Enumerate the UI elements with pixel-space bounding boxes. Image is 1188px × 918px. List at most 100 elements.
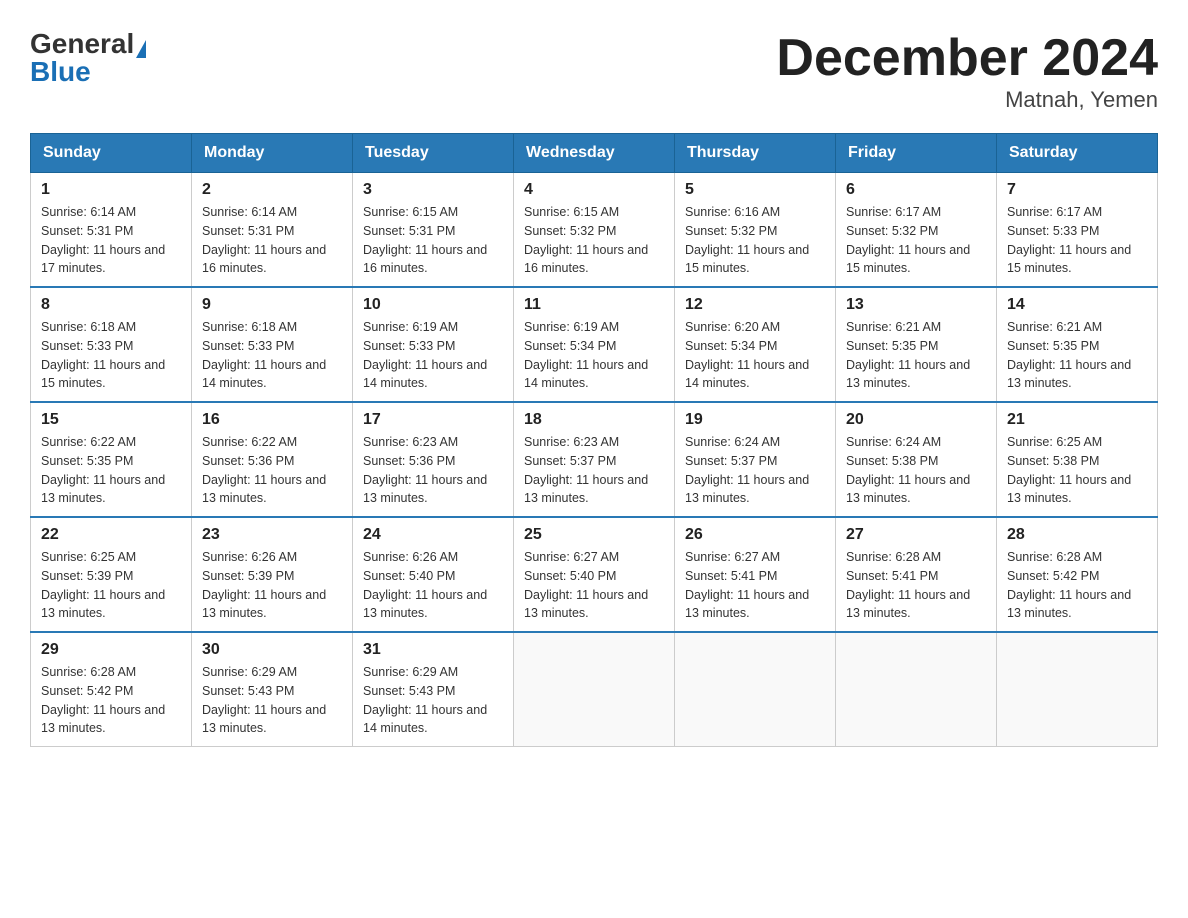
day-info: Sunrise: 6:25 AMSunset: 5:39 PMDaylight:…	[41, 548, 181, 623]
day-number: 17	[363, 411, 503, 429]
calendar-week-row: 15Sunrise: 6:22 AMSunset: 5:35 PMDayligh…	[31, 402, 1158, 517]
calendar-cell: 23 Sunrise: 6:26 AMSunset: 5:39 PMDayligh…	[192, 517, 353, 632]
day-number: 4	[524, 181, 664, 199]
day-number: 6	[846, 181, 986, 199]
calendar-cell: 16 Sunrise: 6:22 AMSunset: 5:36 PMDayligh…	[192, 402, 353, 517]
day-number: 26	[685, 526, 825, 544]
day-info: Sunrise: 6:23 AMSunset: 5:37 PMDaylight:…	[524, 433, 664, 508]
month-title: December 2024	[776, 30, 1158, 87]
calendar-cell: 2 Sunrise: 6:14 AMSunset: 5:31 PMDaylight…	[192, 173, 353, 288]
calendar-cell: 10 Sunrise: 6:19 AMSunset: 5:33 PMDayligh…	[353, 287, 514, 402]
calendar-cell: 17 Sunrise: 6:23 AMSunset: 5:36 PMDayligh…	[353, 402, 514, 517]
day-info: Sunrise: 6:18 AMSunset: 5:33 PMDaylight:…	[41, 318, 181, 393]
day-info: Sunrise: 6:18 AMSunset: 5:33 PMDaylight:…	[202, 318, 342, 393]
day-info: Sunrise: 6:16 AMSunset: 5:32 PMDaylight:…	[685, 203, 825, 278]
day-number: 11	[524, 296, 664, 314]
day-number: 8	[41, 296, 181, 314]
day-info: Sunrise: 6:28 AMSunset: 5:42 PMDaylight:…	[1007, 548, 1147, 623]
column-header-saturday: Saturday	[997, 134, 1158, 173]
calendar-cell: 12 Sunrise: 6:20 AMSunset: 5:34 PMDayligh…	[675, 287, 836, 402]
day-number: 23	[202, 526, 342, 544]
day-info: Sunrise: 6:23 AMSunset: 5:36 PMDaylight:…	[363, 433, 503, 508]
calendar-cell: 14Sunrise: 6:21 AMSunset: 5:35 PMDayligh…	[997, 287, 1158, 402]
day-number: 20	[846, 411, 986, 429]
day-info: Sunrise: 6:21 AMSunset: 5:35 PMDaylight:…	[846, 318, 986, 393]
day-number: 27	[846, 526, 986, 544]
day-info: Sunrise: 6:27 AMSunset: 5:41 PMDaylight:…	[685, 548, 825, 623]
calendar-cell: 24 Sunrise: 6:26 AMSunset: 5:40 PMDayligh…	[353, 517, 514, 632]
day-number: 16	[202, 411, 342, 429]
calendar-week-row: 22 Sunrise: 6:25 AMSunset: 5:39 PMDayligh…	[31, 517, 1158, 632]
day-number: 9	[202, 296, 342, 314]
day-info: Sunrise: 6:15 AMSunset: 5:31 PMDaylight:…	[363, 203, 503, 278]
day-info: Sunrise: 6:17 AMSunset: 5:32 PMDaylight:…	[846, 203, 986, 278]
day-number: 25	[524, 526, 664, 544]
day-number: 29	[41, 641, 181, 659]
logo: General Blue	[30, 30, 146, 86]
day-number: 22	[41, 526, 181, 544]
day-info: Sunrise: 6:22 AMSunset: 5:36 PMDaylight:…	[202, 433, 342, 508]
calendar-cell: 31Sunrise: 6:29 AMSunset: 5:43 PMDayligh…	[353, 632, 514, 747]
day-info: Sunrise: 6:26 AMSunset: 5:39 PMDaylight:…	[202, 548, 342, 623]
calendar-cell: 13 Sunrise: 6:21 AMSunset: 5:35 PMDayligh…	[836, 287, 997, 402]
day-info: Sunrise: 6:29 AMSunset: 5:43 PMDaylight:…	[202, 663, 342, 738]
title-block: December 2024 Matnah, Yemen	[776, 30, 1158, 113]
calendar-cell	[997, 632, 1158, 747]
calendar-cell: 6 Sunrise: 6:17 AMSunset: 5:32 PMDaylight…	[836, 173, 997, 288]
day-info: Sunrise: 6:28 AMSunset: 5:42 PMDaylight:…	[41, 663, 181, 738]
column-header-thursday: Thursday	[675, 134, 836, 173]
logo-blue-text: Blue	[30, 58, 91, 86]
day-number: 19	[685, 411, 825, 429]
calendar-cell: 5 Sunrise: 6:16 AMSunset: 5:32 PMDaylight…	[675, 173, 836, 288]
calendar-cell: 9 Sunrise: 6:18 AMSunset: 5:33 PMDaylight…	[192, 287, 353, 402]
day-info: Sunrise: 6:27 AMSunset: 5:40 PMDaylight:…	[524, 548, 664, 623]
day-info: Sunrise: 6:24 AMSunset: 5:37 PMDaylight:…	[685, 433, 825, 508]
day-number: 7	[1007, 181, 1147, 199]
logo-triangle-icon	[136, 40, 146, 58]
calendar-cell: 11 Sunrise: 6:19 AMSunset: 5:34 PMDayligh…	[514, 287, 675, 402]
calendar-week-row: 8 Sunrise: 6:18 AMSunset: 5:33 PMDaylight…	[31, 287, 1158, 402]
day-number: 1	[41, 181, 181, 199]
calendar-header-row: SundayMondayTuesdayWednesdayThursdayFrid…	[31, 134, 1158, 173]
day-number: 18	[524, 411, 664, 429]
day-info: Sunrise: 6:24 AMSunset: 5:38 PMDaylight:…	[846, 433, 986, 508]
day-info: Sunrise: 6:26 AMSunset: 5:40 PMDaylight:…	[363, 548, 503, 623]
calendar-week-row: 29 Sunrise: 6:28 AMSunset: 5:42 PMDayligh…	[31, 632, 1158, 747]
calendar-cell: 15Sunrise: 6:22 AMSunset: 5:35 PMDayligh…	[31, 402, 192, 517]
day-info: Sunrise: 6:17 AMSunset: 5:33 PMDaylight:…	[1007, 203, 1147, 278]
calendar-cell: 22 Sunrise: 6:25 AMSunset: 5:39 PMDayligh…	[31, 517, 192, 632]
calendar-cell: 7 Sunrise: 6:17 AMSunset: 5:33 PMDaylight…	[997, 173, 1158, 288]
day-info: Sunrise: 6:28 AMSunset: 5:41 PMDaylight:…	[846, 548, 986, 623]
day-number: 21	[1007, 411, 1147, 429]
calendar-cell: 27 Sunrise: 6:28 AMSunset: 5:41 PMDayligh…	[836, 517, 997, 632]
calendar-cell: 30 Sunrise: 6:29 AMSunset: 5:43 PMDayligh…	[192, 632, 353, 747]
calendar-cell	[675, 632, 836, 747]
page-header: General Blue December 2024 Matnah, Yemen	[30, 30, 1158, 113]
day-number: 30	[202, 641, 342, 659]
day-info: Sunrise: 6:29 AMSunset: 5:43 PMDaylight:…	[363, 663, 503, 738]
day-number: 5	[685, 181, 825, 199]
column-header-friday: Friday	[836, 134, 997, 173]
calendar-cell: 21Sunrise: 6:25 AMSunset: 5:38 PMDayligh…	[997, 402, 1158, 517]
logo-general-text: General	[30, 30, 134, 58]
day-info: Sunrise: 6:15 AMSunset: 5:32 PMDaylight:…	[524, 203, 664, 278]
day-number: 3	[363, 181, 503, 199]
day-info: Sunrise: 6:14 AMSunset: 5:31 PMDaylight:…	[202, 203, 342, 278]
calendar-cell	[836, 632, 997, 747]
column-header-wednesday: Wednesday	[514, 134, 675, 173]
day-info: Sunrise: 6:19 AMSunset: 5:33 PMDaylight:…	[363, 318, 503, 393]
day-info: Sunrise: 6:19 AMSunset: 5:34 PMDaylight:…	[524, 318, 664, 393]
column-header-monday: Monday	[192, 134, 353, 173]
calendar-cell: 3 Sunrise: 6:15 AMSunset: 5:31 PMDaylight…	[353, 173, 514, 288]
calendar-week-row: 1 Sunrise: 6:14 AMSunset: 5:31 PMDaylight…	[31, 173, 1158, 288]
day-number: 10	[363, 296, 503, 314]
day-info: Sunrise: 6:20 AMSunset: 5:34 PMDaylight:…	[685, 318, 825, 393]
day-number: 2	[202, 181, 342, 199]
calendar-cell: 4 Sunrise: 6:15 AMSunset: 5:32 PMDaylight…	[514, 173, 675, 288]
day-number: 13	[846, 296, 986, 314]
calendar-cell: 25 Sunrise: 6:27 AMSunset: 5:40 PMDayligh…	[514, 517, 675, 632]
day-number: 24	[363, 526, 503, 544]
calendar-cell: 26 Sunrise: 6:27 AMSunset: 5:41 PMDayligh…	[675, 517, 836, 632]
day-number: 12	[685, 296, 825, 314]
day-info: Sunrise: 6:21 AMSunset: 5:35 PMDaylight:…	[1007, 318, 1147, 393]
